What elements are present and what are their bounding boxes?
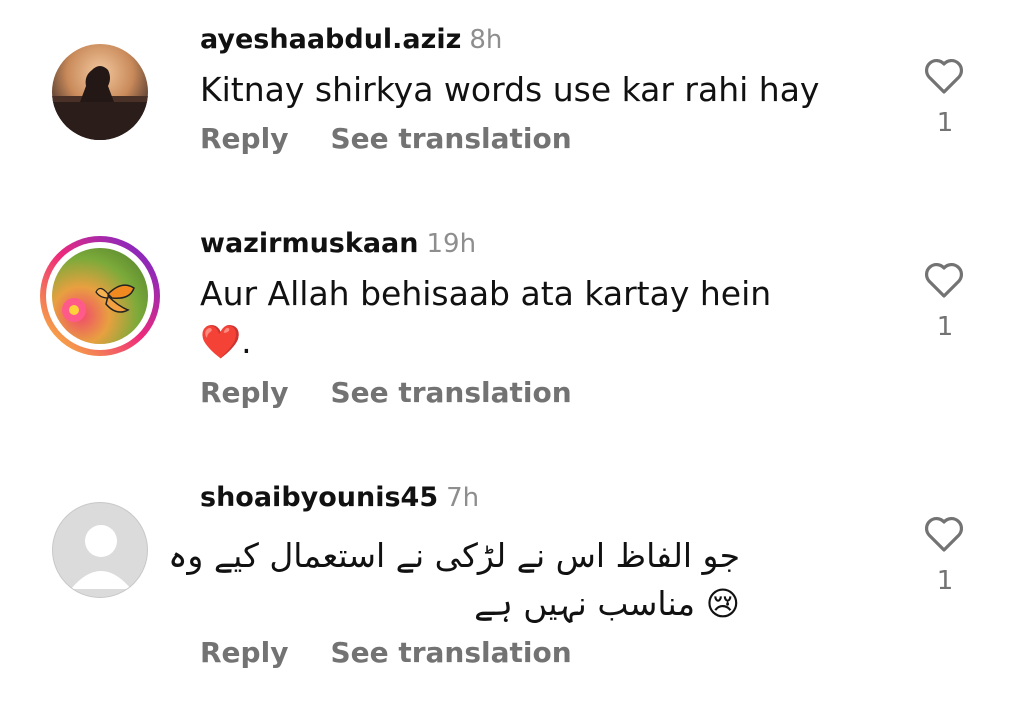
heart-icon xyxy=(925,517,963,552)
see-translation-button[interactable]: See translation xyxy=(330,636,571,669)
like-button[interactable] xyxy=(920,52,968,100)
comment-actions: Reply See translation xyxy=(200,376,614,409)
avatar-story-ring[interactable] xyxy=(40,236,160,356)
butterfly-icon xyxy=(62,284,135,322)
comment-text-line: ❤️. xyxy=(200,322,252,361)
comment-username[interactable]: shoaibyounis45 7h xyxy=(200,482,479,513)
username-text[interactable]: ayeshaabdul.aziz xyxy=(200,24,461,55)
comment-text: Kitnay shirkya words use kar rahi hay xyxy=(200,66,819,114)
comment-text: جو الفاظ اس نے لڑکی نے استعمال کیے وہ 😢 … xyxy=(168,532,740,628)
comment-text-line: Aur Allah behisaab ata kartay hein xyxy=(200,274,772,313)
comment-text: Aur Allah behisaab ata kartay hein ❤️. xyxy=(200,270,771,366)
comment-actions: Reply See translation xyxy=(200,636,614,669)
avatar[interactable] xyxy=(52,44,148,140)
heart-icon xyxy=(925,263,963,298)
like-count: 1 xyxy=(936,312,954,342)
comment-username[interactable]: ayeshaabdul.aziz 8h xyxy=(200,24,502,55)
comment-username[interactable]: wazirmuskaan 19h xyxy=(200,228,476,259)
like-count: 1 xyxy=(936,566,954,596)
comment-time: 19h xyxy=(426,229,477,259)
comment-text-line: جو الفاظ اس نے لڑکی نے استعمال کیے وہ xyxy=(168,536,740,575)
see-translation-button[interactable]: See translation xyxy=(330,376,571,409)
default-user-icon xyxy=(71,525,131,589)
comment-actions: Reply See translation xyxy=(200,122,614,155)
comment-time: 7h xyxy=(446,483,480,513)
avatar xyxy=(52,248,148,344)
see-translation-button[interactable]: See translation xyxy=(330,122,571,155)
avatar[interactable] xyxy=(52,502,148,598)
username-text[interactable]: shoaibyounis45 xyxy=(200,482,438,513)
reply-button[interactable]: Reply xyxy=(200,376,288,409)
comment-item: wazirmuskaan 19h Aur Allah behisaab ata k… xyxy=(0,228,1024,468)
comment-text-line: Kitnay shirkya words use kar rahi hay xyxy=(200,70,820,109)
like-button[interactable] xyxy=(920,256,968,304)
person-silhouette-icon xyxy=(52,66,148,140)
like-count: 1 xyxy=(936,108,954,138)
like-button[interactable] xyxy=(920,510,968,558)
comment-text-line: 😢 مناسب نہیں ہے xyxy=(474,584,740,623)
comment-item: shoaibyounis45 7h جو الفاظ اس نے لڑکی نے … xyxy=(0,482,1024,722)
heart-icon xyxy=(925,59,963,94)
comment-time: 8h xyxy=(469,25,503,55)
reply-button[interactable]: Reply xyxy=(200,636,288,669)
reply-button[interactable]: Reply xyxy=(200,122,288,155)
username-text[interactable]: wazirmuskaan xyxy=(200,228,419,259)
